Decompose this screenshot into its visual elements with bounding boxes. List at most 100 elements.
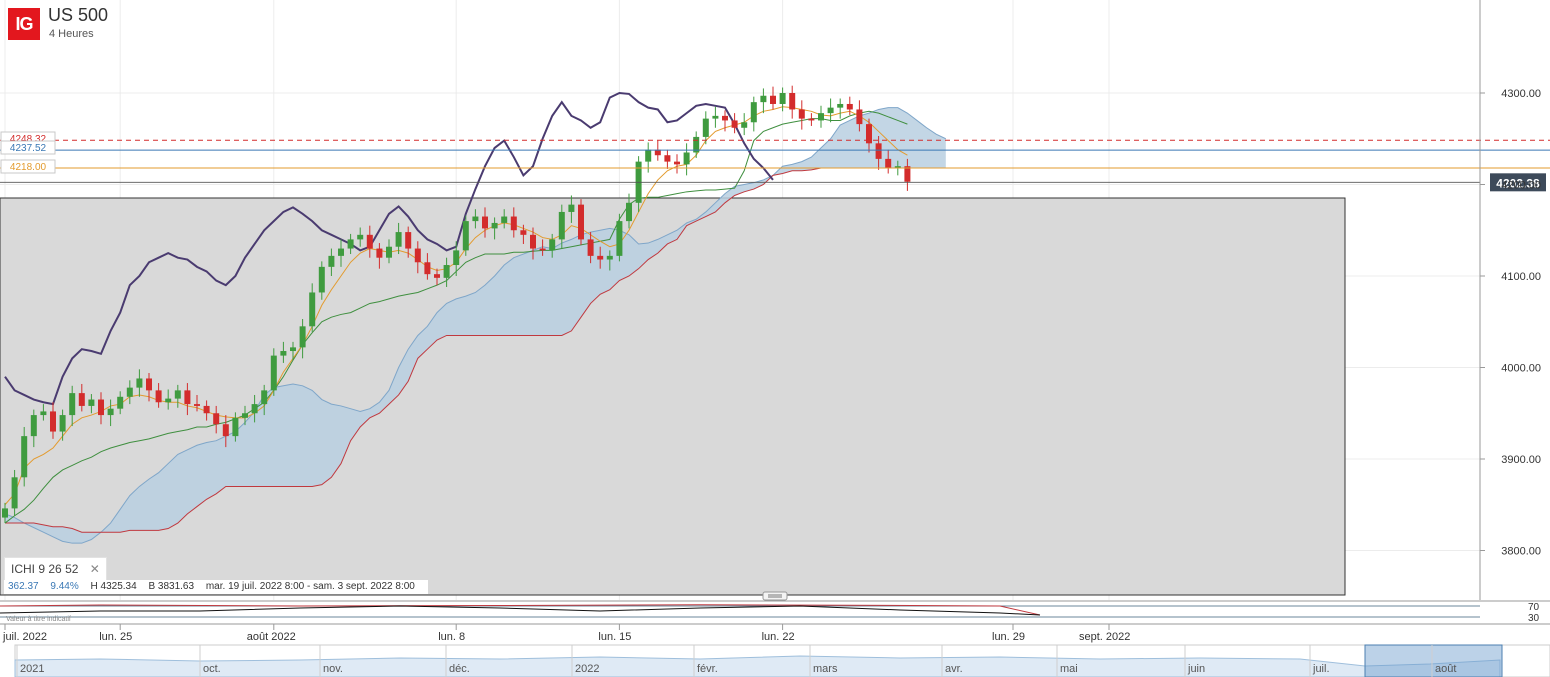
candle-body [414, 248, 421, 263]
candle-body [424, 262, 431, 275]
candle-body [549, 239, 556, 251]
candle-body [30, 415, 37, 437]
navigator-label: mars [813, 663, 838, 675]
stats-percent: 9.44% [50, 581, 79, 592]
x-tick-label: juil. 2022 [2, 631, 47, 643]
candle-body [357, 234, 364, 240]
stats-period: mar. 19 juil. 2022 8:00 - sam. 3 sept. 2… [205, 581, 415, 592]
candle-body [674, 161, 680, 165]
osc-label-30: 30 [1528, 613, 1540, 624]
candle-body [683, 152, 690, 165]
candle-body [453, 250, 460, 266]
candle-body [338, 248, 344, 256]
candle-body [443, 265, 450, 278]
candle-body [741, 122, 748, 128]
indicator-legend[interactable]: ICHI 9 26 52 ✕ [4, 557, 107, 581]
indicator-param-1: 9 [38, 562, 46, 576]
candle-body [203, 405, 210, 414]
candle-body [213, 413, 220, 425]
candle-body [405, 232, 412, 249]
candle-body [434, 274, 440, 278]
navigator-label: juin [1187, 663, 1205, 675]
candle-body [98, 399, 104, 416]
candle-body [462, 221, 469, 251]
range-stats: 362.37 9.44% H 4325.34 B 3831.63 mar. 19… [4, 580, 428, 594]
x-tick-label: lun. 8 [438, 631, 465, 643]
candle-body [520, 230, 527, 235]
candle-body [731, 120, 738, 128]
candle-body [347, 239, 354, 249]
candle-body [798, 109, 805, 119]
candle-body [827, 107, 834, 114]
candle-body [539, 248, 546, 251]
candle-body [136, 378, 143, 388]
navigator-window[interactable] [1364, 644, 1503, 677]
candle-body [2, 508, 8, 518]
candle-body [664, 155, 671, 162]
ig-logo: IG [8, 8, 40, 40]
candle-body [242, 413, 248, 418]
candle-body [40, 411, 47, 416]
candle-body [59, 415, 66, 432]
candle-body [530, 234, 536, 249]
y-tick-label: 4100.00 [1501, 271, 1541, 283]
candle-body [587, 239, 594, 256]
indicator-name: ICHI [11, 562, 35, 576]
candle-body [184, 390, 191, 405]
candle-body [146, 378, 152, 391]
candle-body [261, 390, 268, 405]
x-tick-label: lun. 15 [598, 631, 631, 643]
candle-body [606, 255, 613, 260]
y-tick-label: 4300.00 [1501, 88, 1541, 100]
candle-body [280, 351, 287, 356]
price-chart[interactable]: 4248.324237.524218.004202.38 4300.004200… [0, 0, 1550, 677]
candle-body [702, 118, 709, 137]
candle-body [750, 102, 757, 123]
candle-body [846, 103, 853, 110]
candle-body [856, 109, 863, 125]
indicator-param-2: 26 [48, 562, 62, 576]
close-icon[interactable]: ✕ [90, 562, 100, 576]
candle-body [616, 221, 623, 256]
candle-body [174, 390, 181, 399]
navigator-label: mai [1060, 663, 1078, 675]
candle-body [88, 399, 95, 406]
candle-body [165, 398, 172, 403]
candle-body [472, 216, 479, 222]
candle-body [117, 396, 124, 409]
navigator-label: oct. [203, 663, 221, 675]
candle-body [318, 266, 325, 293]
candle-body [386, 246, 392, 258]
candle-body [904, 166, 911, 182]
navigator-label: 2022 [575, 663, 599, 675]
candle-body [491, 222, 498, 229]
candle-body [482, 216, 488, 229]
stats-low: B 3831.63 [148, 581, 195, 592]
instrument-title: US 500 [48, 5, 109, 25]
candle-body [21, 436, 28, 478]
disclaimer-text: Valeur à titre indicatif [6, 616, 71, 623]
stats-range: 362.37 [8, 581, 39, 592]
x-axis: juil. 2022 lun. 25 août 2022 lun. 8 lun. 15 l… [0, 623, 1550, 643]
indicator-param-3: 52 [65, 562, 79, 576]
candle-body [194, 404, 200, 406]
candle-body [69, 393, 76, 416]
price-tag-label: 4237.52 [10, 143, 47, 154]
candle-body [597, 255, 604, 260]
candle-body [50, 411, 56, 432]
candle-body [299, 326, 306, 348]
navigator-label: août [1435, 663, 1456, 675]
selected-range-overlay [0, 197, 1346, 596]
x-tick-label: lun. 29 [992, 631, 1025, 643]
candle-body [11, 477, 18, 509]
panel-resize-handle[interactable] [762, 591, 788, 601]
navigator-label: juil. [1312, 663, 1330, 675]
oscillator-line-black [0, 605, 1041, 616]
candle-body [376, 248, 383, 258]
candle-body [722, 115, 728, 121]
navigator[interactable]: 2021 oct. nov. déc. 2022 févr. mars avr. mai juin… [14, 644, 1550, 677]
candle-body [578, 204, 584, 240]
candle-body [155, 390, 162, 403]
candle-body [818, 113, 824, 121]
navigator-label: nov. [323, 663, 343, 675]
